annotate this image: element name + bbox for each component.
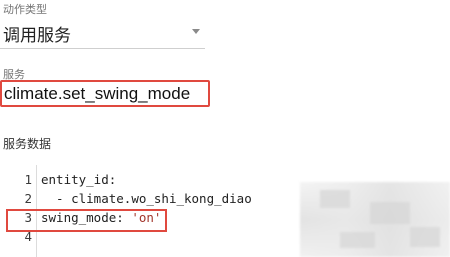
code-entity-value: climate.wo_shi_kong_diao	[71, 191, 252, 206]
action-type-select[interactable]: 调用服务	[0, 13, 205, 49]
service-input[interactable]: climate.set_swing_mode	[0, 80, 210, 107]
action-type-underline	[0, 48, 205, 49]
code-key: entity_id:	[41, 172, 117, 187]
line-number-gutter: 1 2 3 4	[8, 170, 32, 246]
chevron-down-icon	[192, 29, 200, 34]
action-type-value: 调用服务	[3, 26, 71, 45]
line-number: 2	[24, 191, 32, 206]
blurred-region	[300, 182, 450, 257]
line-number: 1	[24, 172, 32, 187]
code-list-dash: -	[41, 191, 72, 206]
swing-mode-highlight	[6, 209, 167, 232]
service-data-label: 服务数据	[3, 137, 52, 151]
service-value: climate.set_swing_mode	[4, 84, 191, 103]
